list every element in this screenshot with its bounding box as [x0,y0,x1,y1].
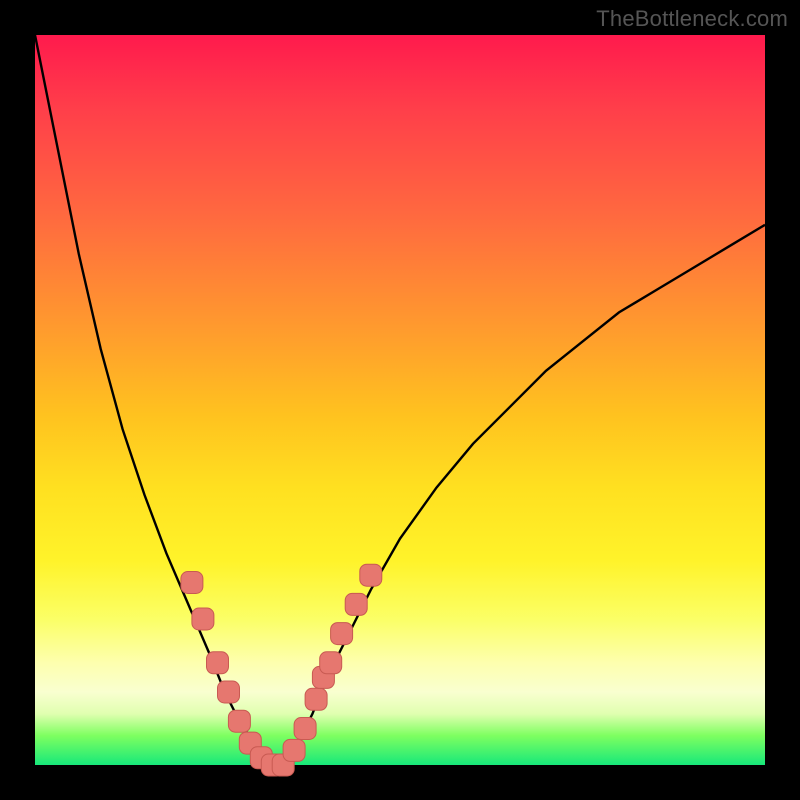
curve-marker [181,572,203,594]
chart-frame: TheBottleneck.com [0,0,800,800]
curve-marker [360,564,382,586]
curve-marker [305,688,327,710]
curve-marker [320,652,342,674]
curve-markers [181,564,382,776]
curve-svg [35,35,765,765]
curve-marker [207,652,229,674]
bottleneck-curve [35,35,765,765]
curve-marker [345,593,367,615]
curve-marker [192,608,214,630]
curve-marker [228,710,250,732]
curve-marker [294,718,316,740]
watermark-text: TheBottleneck.com [596,6,788,32]
curve-marker [218,681,240,703]
curve-marker [283,739,305,761]
curve-marker [331,623,353,645]
plot-area [35,35,765,765]
